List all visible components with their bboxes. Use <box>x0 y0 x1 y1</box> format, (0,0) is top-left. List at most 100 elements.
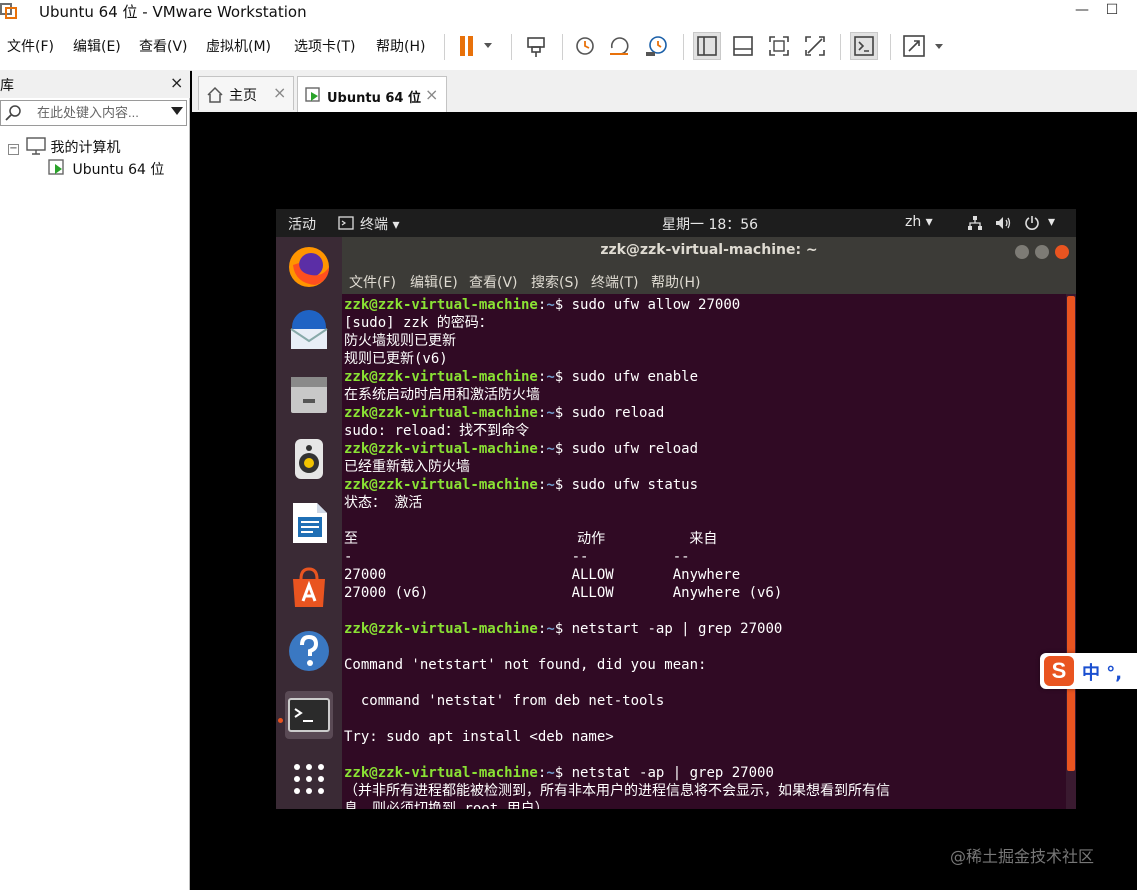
dock-terminal[interactable] <box>285 691 333 739</box>
tab-ubuntu[interactable]: Ubuntu 64 位 × <box>297 76 447 112</box>
stretch-button[interactable] <box>900 32 948 60</box>
terminal-menu-help[interactable]: 帮助(H) <box>651 272 700 292</box>
dock-firefox[interactable] <box>285 243 333 291</box>
dock-libreoffice-writer[interactable] <box>285 499 333 547</box>
language-indicator[interactable]: zh ▾ <box>905 214 933 230</box>
ime-mode[interactable]: 中 °, <box>1082 659 1122 685</box>
terminal-output-line: 至 动作 来自 <box>344 531 718 547</box>
terminal-close-button[interactable] <box>1055 245 1069 259</box>
terminal-small-icon <box>338 216 354 230</box>
minimize-button[interactable]: — <box>1067 0 1097 22</box>
toolbar-separator <box>511 34 512 60</box>
search-icon <box>5 105 21 121</box>
terminal-output-line: 规则已更新(v6) <box>344 351 448 367</box>
terminal-titlebar[interactable]: zzk@zzk-virtual-machine: ~ <box>342 237 1076 267</box>
terminal-scrollbar[interactable] <box>1066 294 1076 809</box>
tree-item-my-computer[interactable]: 我的计算机 <box>26 137 120 159</box>
running-indicator <box>278 718 283 723</box>
unity-button[interactable] <box>801 32 829 60</box>
terminal-menubar: 文件(F) 编辑(E) 查看(V) 搜索(S) 终端(T) 帮助(H) <box>342 267 1076 294</box>
terminal-output-line: Try: sudo apt install <deb name> <box>344 729 614 745</box>
menu-vm[interactable]: 虚拟机(M) <box>206 36 271 56</box>
terminal-command-line: zzk@zzk-virtual-machine:~$ sudo ufw relo… <box>344 440 698 458</box>
tab-home[interactable]: 主页 × <box>198 76 294 110</box>
menu-file[interactable]: 文件(F) <box>7 36 54 56</box>
console-view-button[interactable] <box>850 32 878 60</box>
terminal-output-line: sudo: reload：找不到命令 <box>344 423 530 439</box>
terminal-command-line: zzk@zzk-virtual-machine:~$ sudo reload <box>344 404 664 422</box>
menu-tabs[interactable]: 选项卡(T) <box>294 36 355 56</box>
library-title: 库 <box>0 78 14 94</box>
pause-button[interactable] <box>453 32 495 60</box>
fullscreen-icon <box>769 36 789 56</box>
command-text: $ netstart -ap | grep 27000 <box>554 621 783 637</box>
thumbnail-view-icon <box>733 36 753 56</box>
terminal-menu-terminal[interactable]: 终端(T) <box>591 272 638 292</box>
thumbnail-view-button[interactable] <box>729 32 757 60</box>
tree-collapse-toggle[interactable]: − <box>8 144 19 155</box>
terminal-scroll-thumb[interactable] <box>1067 296 1075 771</box>
tab-label: 主页 <box>229 88 257 104</box>
terminal-command-line: zzk@zzk-virtual-machine:~$ sudo ufw enab… <box>344 368 698 386</box>
snapshot-icon <box>576 37 594 55</box>
system-menu-arrow[interactable]: ▾ <box>1048 214 1055 230</box>
menu-edit[interactable]: 编辑(E) <box>73 36 121 56</box>
prompt-user: zzk@zzk-virtual-machine <box>344 297 538 313</box>
close-icon[interactable]: × <box>273 83 286 102</box>
send-ctrl-alt-del-button[interactable] <box>522 32 550 60</box>
activities-button[interactable]: 活动 <box>288 214 316 234</box>
terminal-command-line: zzk@zzk-virtual-machine:~$ sudo ufw stat… <box>344 476 698 494</box>
revert-snapshot-icon <box>610 37 629 55</box>
close-icon[interactable]: × <box>425 85 438 104</box>
menu-help[interactable]: 帮助(H) <box>376 36 425 56</box>
console-icon <box>854 36 874 56</box>
rhythmbox-icon <box>295 439 323 479</box>
terminal-title: zzk@zzk-virtual-machine: ~ <box>600 242 818 258</box>
ime-toolbar[interactable]: S 中 °, <box>1040 653 1137 689</box>
chevron-down-icon[interactable] <box>171 107 183 115</box>
terminal-menu-file[interactable]: 文件(F) <box>349 272 396 292</box>
prompt-dir: ~ <box>546 441 555 457</box>
snapshot-button[interactable] <box>571 32 599 60</box>
menu-view[interactable]: 查看(V) <box>139 36 188 56</box>
tab-label: Ubuntu 64 位 <box>327 91 421 106</box>
toolbar-separator <box>890 34 891 60</box>
snapshot-manager-button[interactable] <box>642 32 670 60</box>
terminal-menu-search[interactable]: 搜索(S) <box>531 272 579 292</box>
prompt-dir: ~ <box>546 405 555 421</box>
dock-software-center[interactable] <box>285 563 333 611</box>
dock-rhythmbox[interactable] <box>285 435 333 483</box>
clock[interactable]: 星期一 18：56 <box>662 214 758 234</box>
terminal-menu-view[interactable]: 查看(V) <box>469 272 518 292</box>
dock-help[interactable] <box>285 627 333 675</box>
terminal-output-line: 27000 ALLOW Anywhere <box>344 567 741 583</box>
tree-item-ubuntu[interactable]: Ubuntu 64 位 <box>48 159 164 181</box>
prompt-dir: ~ <box>546 369 555 385</box>
terminal-output-line: 在系统启动时启用和激活防火墙 <box>344 387 540 403</box>
library-close-button[interactable]: × <box>170 73 183 92</box>
stretch-icon <box>903 35 943 57</box>
fullscreen-button[interactable] <box>765 32 793 60</box>
command-text: $ sudo reload <box>554 405 665 421</box>
maximize-button[interactable]: ☐ <box>1097 0 1127 22</box>
terminal-output[interactable]: zzk@zzk-virtual-machine:~$ sudo ufw allo… <box>342 294 1066 809</box>
dock-show-apps[interactable] <box>285 755 333 803</box>
pause-icon <box>460 36 492 56</box>
toolbar-separator <box>444 34 445 60</box>
ubuntu-desktop[interactable]: 活动 终端 ▾ 星期一 18：56 zh ▾ ▾ zzk@zzk-virtual… <box>276 209 1076 809</box>
terminal-maximize-button[interactable] <box>1035 245 1049 259</box>
toolbar-separator <box>562 34 563 60</box>
help-icon <box>289 631 329 671</box>
app-menu[interactable]: 终端 ▾ <box>360 214 399 234</box>
dock-thunderbird[interactable] <box>285 307 333 355</box>
terminal-command-line: zzk@zzk-virtual-machine:~$ netstat -ap |… <box>344 764 774 782</box>
prompt-user: zzk@zzk-virtual-machine <box>344 441 538 457</box>
normal-view-button[interactable] <box>693 32 721 60</box>
prompt-dir: ~ <box>546 621 555 637</box>
revert-snapshot-button[interactable] <box>606 32 634 60</box>
library-search-input[interactable] <box>37 103 157 122</box>
dock-files[interactable] <box>285 371 333 419</box>
prompt-dir: ~ <box>546 297 555 313</box>
terminal-minimize-button[interactable] <box>1015 245 1029 259</box>
terminal-menu-edit[interactable]: 编辑(E) <box>410 272 458 292</box>
